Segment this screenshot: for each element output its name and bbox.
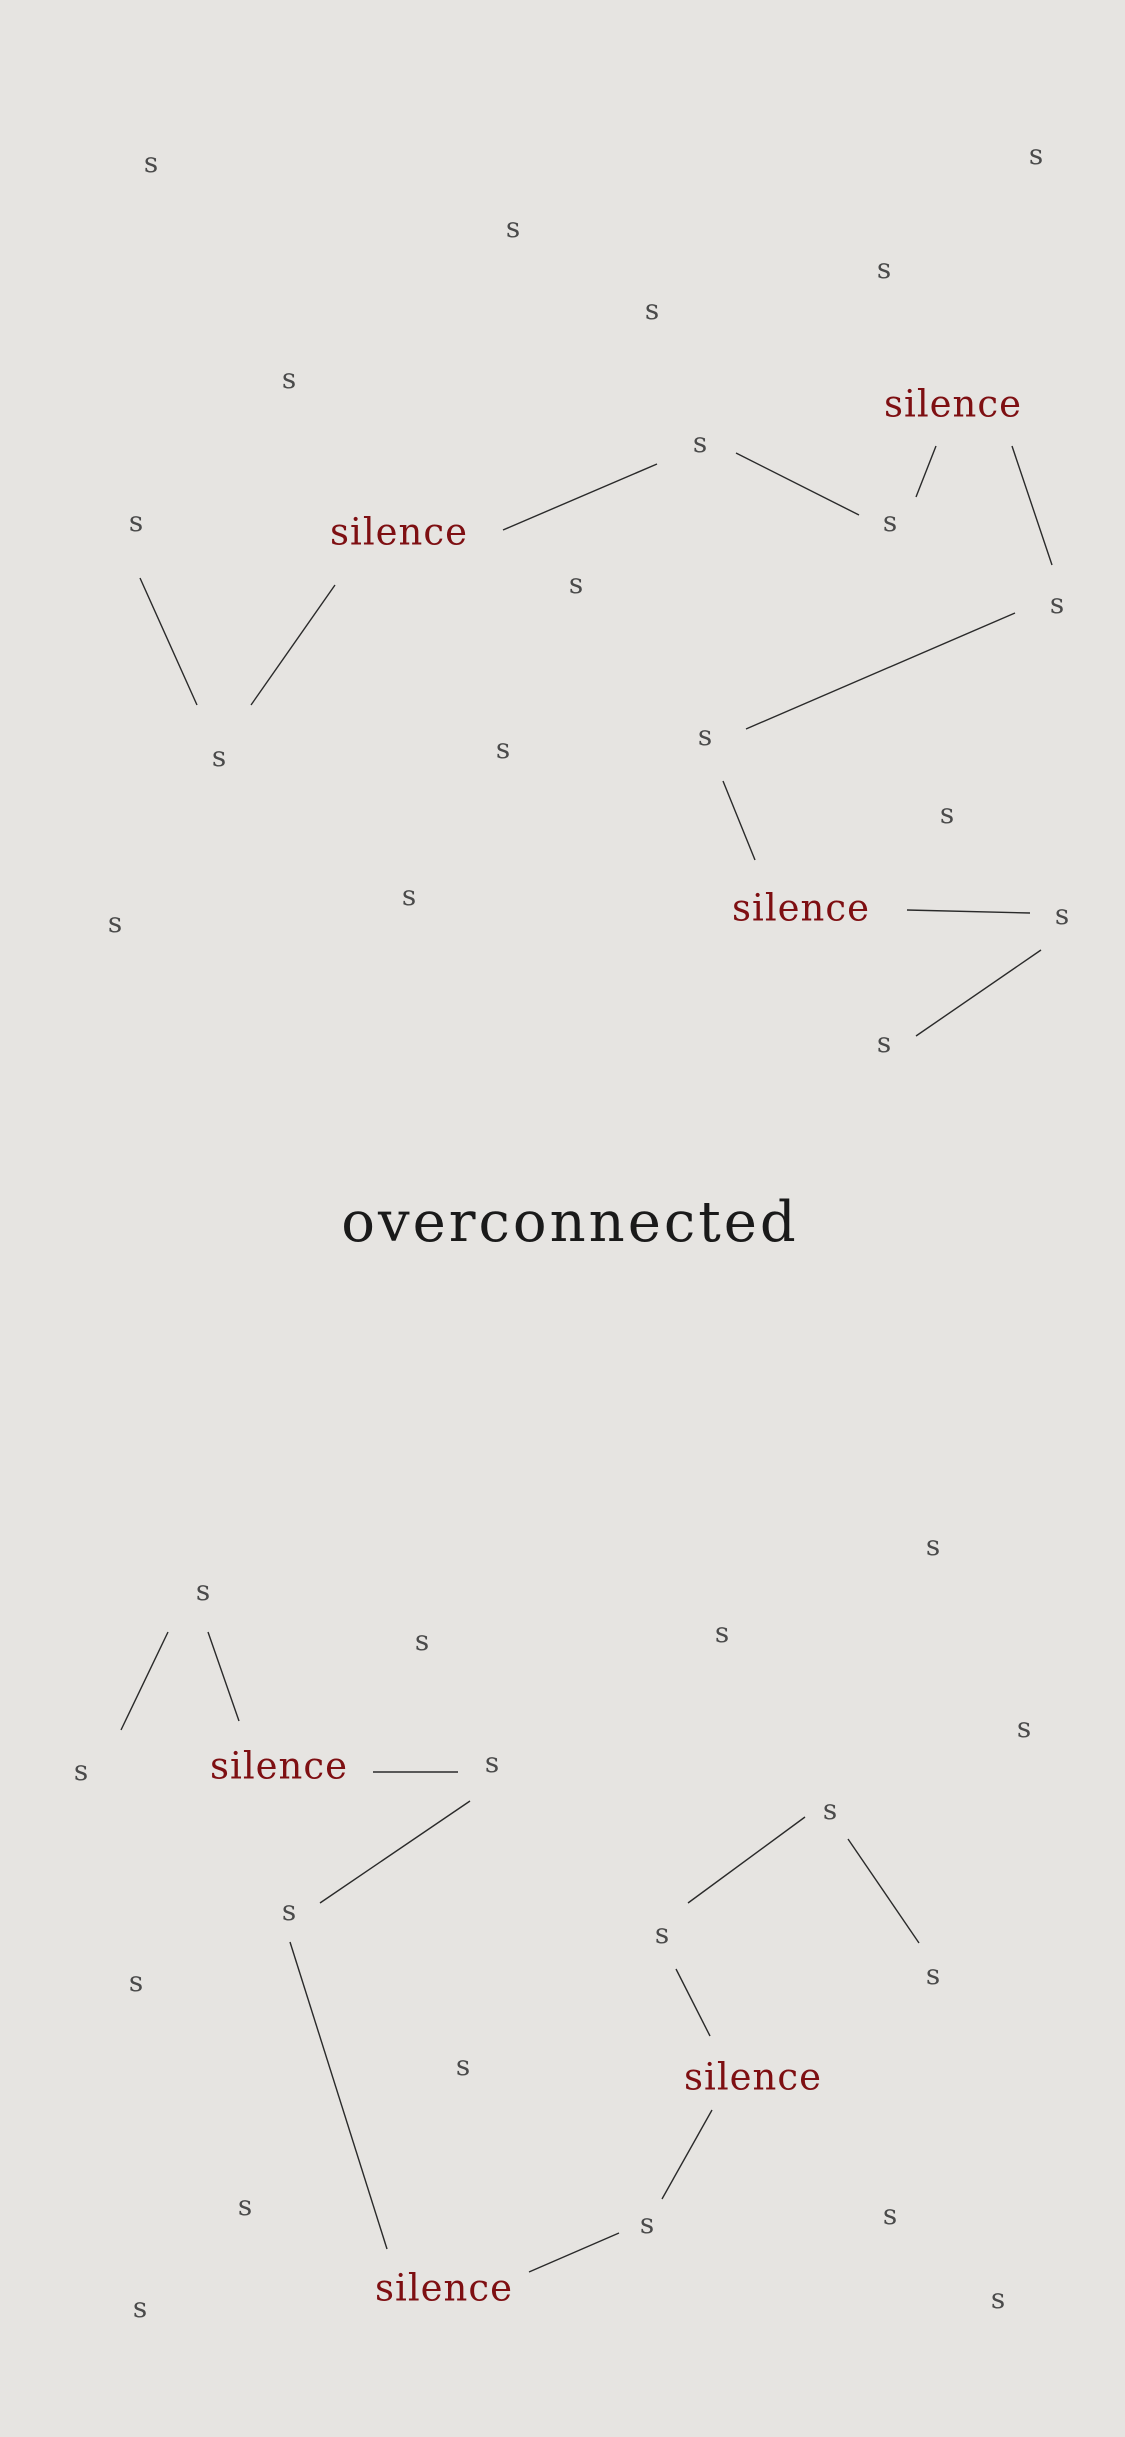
letter-s: s	[128, 505, 144, 538]
letter-s: s	[143, 146, 159, 179]
silence-word: silence	[210, 1744, 348, 1788]
letter-s: s	[132, 2291, 148, 2324]
letter-s: s	[990, 2282, 1006, 2315]
letter-s: s	[211, 740, 227, 773]
letter-s: s	[495, 732, 511, 765]
connector-line	[687, 1816, 806, 1904]
letter-s: s	[1028, 138, 1044, 171]
letter-s: s	[505, 211, 521, 244]
letter-s: s	[822, 1793, 838, 1826]
letter-s: s	[401, 879, 417, 912]
letter-s: s	[939, 797, 955, 830]
letter-s: s	[925, 1529, 941, 1562]
letter-s: s	[639, 2207, 655, 2240]
letter-s: s	[876, 1026, 892, 1059]
poem-canvas: s s s s s s silence s s silence s s s s …	[0, 0, 1125, 2437]
silence-word: silence	[684, 2055, 822, 2099]
connector-line	[661, 2109, 713, 2200]
letter-s: s	[1049, 587, 1065, 620]
connector-line	[120, 1631, 169, 1731]
connector-line	[289, 1941, 388, 2250]
connector-line	[1011, 445, 1053, 566]
silence-word: silence	[884, 382, 1022, 426]
letter-s: s	[1054, 898, 1070, 931]
connector-line	[319, 1800, 471, 1904]
connector-line	[745, 612, 1016, 730]
letter-s: s	[882, 2198, 898, 2231]
letter-s: s	[455, 2049, 471, 2082]
connector-line	[735, 452, 860, 516]
connector-line	[722, 780, 756, 861]
letter-s: s	[714, 1616, 730, 1649]
letter-s: s	[654, 1917, 670, 1950]
connector-line	[250, 584, 336, 706]
connector-line	[207, 1631, 240, 1722]
silence-word: silence	[732, 886, 870, 930]
letter-s: s	[697, 719, 713, 752]
letter-s: s	[644, 293, 660, 326]
connector-line	[502, 463, 658, 531]
letter-s: s	[484, 1746, 500, 1779]
poem-title: overconnected	[341, 1190, 799, 1255]
connector-line	[139, 577, 198, 706]
connector-line	[915, 445, 937, 498]
letter-s: s	[128, 1965, 144, 1998]
letter-s: s	[414, 1624, 430, 1657]
connector-line	[915, 949, 1042, 1037]
letter-s: s	[237, 2189, 253, 2222]
connector-line	[675, 1968, 711, 2037]
connector-line	[528, 2232, 620, 2273]
letter-s: s	[281, 1894, 297, 1927]
silence-word: silence	[330, 510, 468, 554]
letter-s: s	[1016, 1711, 1032, 1744]
silence-word: silence	[375, 2266, 513, 2310]
letter-s: s	[882, 505, 898, 538]
letter-s: s	[568, 567, 584, 600]
letter-s: s	[281, 362, 297, 395]
letter-s: s	[692, 426, 708, 459]
letter-s: s	[107, 906, 123, 939]
letter-s: s	[925, 1958, 941, 1991]
connector-line	[906, 909, 1031, 914]
connector-line	[847, 1838, 920, 1944]
letter-s: s	[73, 1754, 89, 1787]
letter-s: s	[876, 252, 892, 285]
letter-s: s	[195, 1574, 211, 1607]
